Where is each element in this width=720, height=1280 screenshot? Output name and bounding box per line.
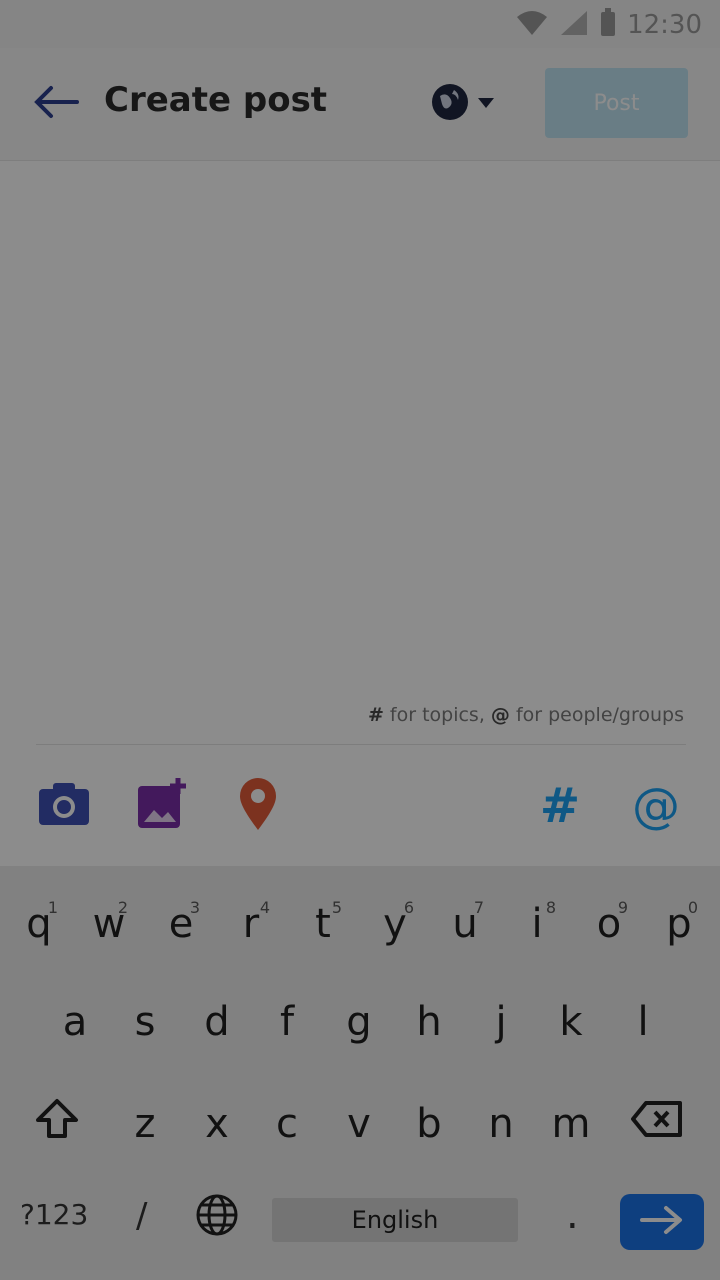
key-number: 6 bbox=[403, 898, 414, 917]
language-key[interactable] bbox=[194, 1194, 240, 1240]
period-key[interactable]: . bbox=[566, 1192, 579, 1238]
post-button[interactable]: Post bbox=[545, 68, 688, 138]
key-number: 8 bbox=[545, 898, 556, 917]
key-number: 0 bbox=[687, 898, 698, 917]
backspace-icon bbox=[630, 1099, 684, 1149]
key-u[interactable]: u7 bbox=[430, 884, 500, 964]
globe-icon bbox=[195, 1193, 239, 1241]
key-label: r bbox=[242, 901, 260, 947]
key-r[interactable]: r4 bbox=[216, 884, 286, 964]
key-z[interactable]: z bbox=[110, 1084, 180, 1164]
arrow-left-icon bbox=[33, 85, 79, 123]
key-x[interactable]: x bbox=[182, 1084, 252, 1164]
status-bar: 12:30 bbox=[0, 0, 720, 48]
key-m[interactable]: m bbox=[536, 1084, 606, 1164]
key-g[interactable]: g bbox=[324, 982, 394, 1062]
hint-text: # for topics, @ for people/groups bbox=[368, 704, 684, 726]
wifi-icon bbox=[515, 9, 549, 41]
post-toolbar: # @ bbox=[0, 746, 720, 867]
arrow-right-icon bbox=[640, 1205, 684, 1239]
editor-hint: # for topics, @ for people/groups bbox=[36, 686, 686, 745]
globe-icon bbox=[430, 82, 470, 126]
hint-at: @ bbox=[490, 704, 510, 726]
backspace-key[interactable] bbox=[622, 1084, 692, 1164]
key-number: 4 bbox=[259, 898, 270, 917]
hint-hash: # bbox=[367, 704, 384, 726]
key-w[interactable]: w2 bbox=[74, 884, 144, 964]
add-image-button[interactable] bbox=[132, 776, 192, 836]
key-k[interactable]: k bbox=[536, 982, 606, 1062]
key-e[interactable]: e3 bbox=[146, 884, 216, 964]
location-pin-icon bbox=[237, 776, 279, 836]
enter-key[interactable] bbox=[620, 1194, 704, 1250]
key-i[interactable]: i8 bbox=[502, 884, 572, 964]
space-key[interactable]: English bbox=[272, 1198, 518, 1242]
app-bar: Create post Post bbox=[0, 48, 720, 161]
key-p[interactable]: p0 bbox=[644, 884, 714, 964]
key-d[interactable]: d bbox=[182, 982, 252, 1062]
caret-down-icon bbox=[476, 95, 496, 114]
key-v[interactable]: v bbox=[324, 1084, 394, 1164]
keyboard: q1 w2 e3 r4 t5 y6 u7 i8 o9 p0 a s d f g … bbox=[0, 866, 720, 1280]
shift-key[interactable] bbox=[22, 1084, 92, 1164]
key-b[interactable]: b bbox=[394, 1084, 464, 1164]
key-l[interactable]: l bbox=[608, 982, 678, 1062]
key-f[interactable]: f bbox=[252, 982, 322, 1062]
status-time: 12:30 bbox=[627, 10, 702, 40]
key-number: 1 bbox=[47, 898, 58, 917]
location-button[interactable] bbox=[228, 776, 288, 836]
hint-people: for people/groups bbox=[509, 704, 684, 726]
key-h[interactable]: h bbox=[394, 982, 464, 1062]
post-editor[interactable] bbox=[0, 161, 720, 685]
key-label: i bbox=[531, 901, 543, 947]
back-button[interactable] bbox=[28, 80, 84, 128]
key-n[interactable]: n bbox=[466, 1084, 536, 1164]
key-c[interactable]: c bbox=[252, 1084, 322, 1164]
camera-button[interactable] bbox=[34, 776, 94, 836]
shift-icon bbox=[34, 1098, 80, 1150]
key-number: 7 bbox=[473, 898, 484, 917]
key-t[interactable]: t5 bbox=[288, 884, 358, 964]
key-q[interactable]: q1 bbox=[4, 884, 74, 964]
mention-button[interactable]: @ bbox=[626, 776, 686, 836]
key-y[interactable]: y6 bbox=[360, 884, 430, 964]
add-image-icon bbox=[134, 776, 190, 836]
battery-icon bbox=[599, 8, 617, 42]
signal-icon bbox=[559, 9, 589, 41]
status-icons: 12:30 bbox=[515, 8, 702, 42]
hint-topics: for topics, bbox=[383, 704, 491, 726]
page-title: Create post bbox=[104, 80, 328, 120]
slash-key[interactable]: / bbox=[136, 1196, 147, 1236]
audience-selector[interactable] bbox=[430, 78, 520, 130]
key-s[interactable]: s bbox=[110, 982, 180, 1062]
key-label: t bbox=[315, 901, 331, 947]
hashtag-button[interactable]: # bbox=[530, 776, 590, 836]
symbols-key[interactable]: ?123 bbox=[20, 1198, 88, 1231]
key-number: 2 bbox=[117, 898, 128, 917]
key-a[interactable]: a bbox=[40, 982, 110, 1062]
key-o[interactable]: o9 bbox=[574, 884, 644, 964]
key-j[interactable]: j bbox=[466, 982, 536, 1062]
key-number: 9 bbox=[617, 898, 628, 917]
key-number: 5 bbox=[331, 898, 342, 917]
camera-icon bbox=[37, 781, 91, 831]
key-number: 3 bbox=[189, 898, 200, 917]
